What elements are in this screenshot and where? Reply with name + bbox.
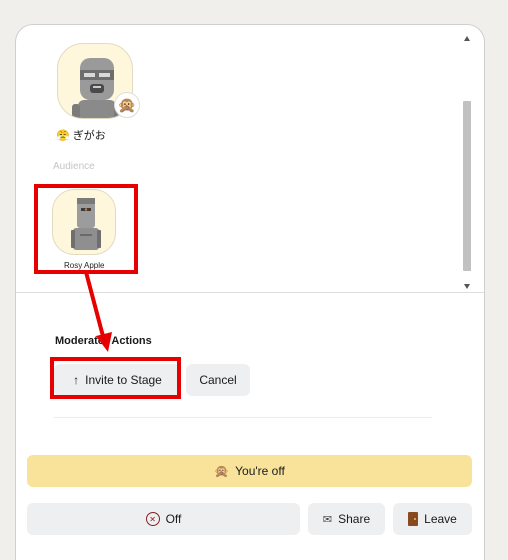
speaker-name: ぎがお bbox=[72, 130, 106, 142]
door-icon bbox=[408, 512, 419, 526]
scroll-up-icon[interactable] bbox=[464, 36, 470, 41]
speaker-name-row: 😤 ぎがお bbox=[56, 127, 106, 143]
participants-area: 🙊 😤 ぎがお Audience Rosy Apple bbox=[16, 25, 474, 292]
share-label: Share bbox=[338, 512, 371, 526]
see-no-evil-monkey-icon: 🙊 bbox=[214, 464, 230, 478]
status-emoji-icon: 😤 bbox=[56, 129, 70, 142]
leave-button[interactable]: Leave bbox=[393, 503, 472, 535]
arrow-up-icon: ↑ bbox=[73, 373, 80, 387]
mail-icon: ✉ bbox=[322, 513, 333, 526]
share-button[interactable]: ✉ Share bbox=[308, 503, 385, 535]
leave-label: Leave bbox=[424, 512, 457, 526]
invite-to-stage-button[interactable]: ↑ Invite to Stage bbox=[54, 364, 181, 396]
section-divider bbox=[16, 292, 484, 293]
scroll-thumb[interactable] bbox=[463, 101, 471, 271]
cancel-button[interactable]: Cancel bbox=[186, 364, 250, 396]
see-no-evil-monkey-icon: 🙊 bbox=[114, 92, 140, 118]
status-label: You're off bbox=[235, 464, 285, 478]
audience-member-name: Rosy Apple bbox=[64, 261, 105, 270]
moderator-actions-title: Moderator Actions bbox=[55, 335, 152, 347]
knight-avatar-icon bbox=[71, 198, 101, 250]
audience-label: Audience bbox=[53, 161, 95, 172]
stage-panel: 🙊 😤 ぎがお Audience Rosy Apple Moderator Ac… bbox=[15, 24, 485, 560]
audience-avatar[interactable] bbox=[52, 189, 116, 255]
speaking-status-button[interactable]: 🙊 You're off bbox=[27, 455, 472, 487]
mic-label: Off bbox=[165, 512, 182, 526]
scrollbar[interactable] bbox=[462, 33, 474, 291]
invite-label: Invite to Stage bbox=[85, 373, 162, 387]
actions-divider bbox=[54, 417, 432, 418]
scroll-down-icon[interactable] bbox=[464, 284, 470, 289]
muted-speaker-icon: ✕ bbox=[145, 512, 160, 526]
mic-toggle-button[interactable]: ✕ Off bbox=[27, 503, 300, 535]
